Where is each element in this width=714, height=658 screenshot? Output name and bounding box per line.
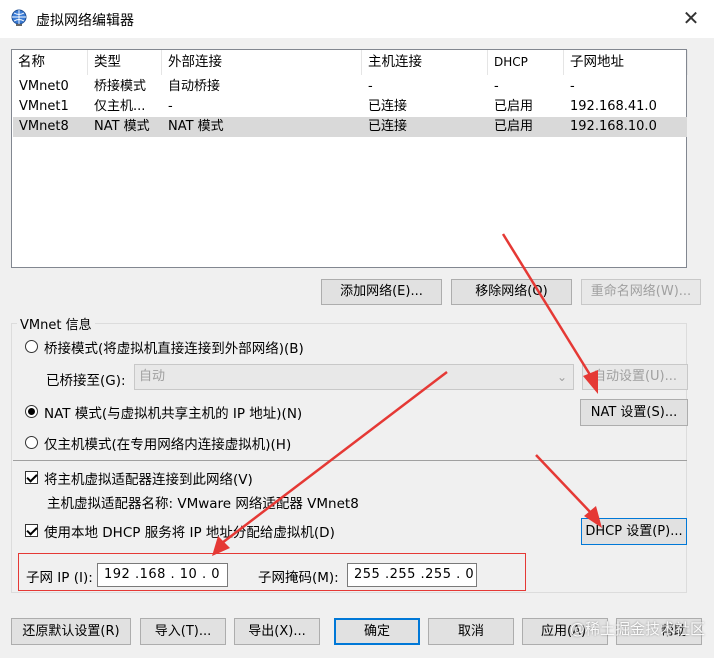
import-button[interactable]: 导入(T)...: [140, 618, 226, 645]
title-bar: 虚拟网络编辑器 ✕: [0, 0, 714, 38]
cell-type: NAT 模式: [94, 119, 150, 134]
close-icon[interactable]: ✕: [678, 3, 704, 33]
cancel-button[interactable]: 取消: [428, 618, 514, 645]
ok-button[interactable]: 确定: [334, 618, 420, 645]
watermark: @稀土掘金技术社区: [570, 620, 706, 638]
column-header-subnet[interactable]: 子网地址: [564, 50, 688, 75]
column-header-host[interactable]: 主机连接: [362, 50, 488, 75]
cell-name: VMnet1: [19, 99, 69, 114]
subnet-mask-label: 子网掩码(M):: [258, 570, 339, 586]
export-button[interactable]: 导出(X)...: [234, 618, 320, 645]
dhcp-settings-button[interactable]: DHCP 设置(P)...: [581, 518, 687, 545]
cell-subnet: 192.168.10.0: [570, 119, 657, 134]
chevron-down-icon: ⌄: [556, 370, 567, 384]
connect-adapter-checkbox[interactable]: [25, 471, 38, 484]
cell-external: 自动桥接: [168, 79, 221, 94]
nat-mode-radio[interactable]: [25, 405, 38, 418]
subnet-ip-label: 子网 IP (I):: [26, 570, 93, 586]
add-network-button[interactable]: 添加网络(E)...: [321, 279, 442, 305]
connect-adapter-label[interactable]: 将主机虚拟适配器连接到此网络(V): [44, 468, 253, 488]
table-row[interactable]: VMnet0 桥接模式 自动桥接 - - -: [13, 77, 687, 97]
host-only-mode-label[interactable]: 仅主机模式(在专用网络内连接虚拟机)(H): [44, 433, 291, 453]
bridged-to-value: 自动: [139, 369, 166, 384]
divider: [13, 460, 687, 461]
cell-dhcp: 已启用: [494, 99, 534, 114]
subnet-mask-input[interactable]: 255 .255 .255 . 0: [347, 563, 477, 587]
vmnet-info-title: VMnet 信息: [17, 314, 95, 333]
nat-mode-label[interactable]: NAT 模式(与虚拟机共享主机的 IP 地址)(N): [44, 402, 302, 422]
cell-external: -: [168, 99, 173, 114]
cell-name: VMnet8: [19, 119, 69, 134]
window-title: 虚拟网络编辑器: [36, 13, 134, 29]
cell-type: 桥接模式: [94, 79, 147, 94]
cell-name: VMnet0: [19, 79, 69, 94]
remove-network-button[interactable]: 移除网络(O): [451, 279, 572, 305]
subnet-ip-input[interactable]: 192 .168 . 10 . 0: [97, 563, 228, 587]
cell-dhcp: 已启用: [494, 119, 534, 134]
cell-host: 已连接: [368, 99, 408, 114]
nat-settings-button[interactable]: NAT 设置(S)...: [580, 399, 688, 426]
bridged-to-select[interactable]: 自动 ⌄: [134, 364, 574, 390]
restore-defaults-button[interactable]: 还原默认设置(R): [11, 618, 131, 645]
dhcp-checkbox[interactable]: [25, 524, 38, 537]
cell-external: NAT 模式: [168, 119, 224, 134]
column-header-external[interactable]: 外部连接: [162, 50, 362, 75]
rename-network-button[interactable]: 重命名网络(W)...: [581, 279, 701, 305]
network-globe-icon: [11, 9, 27, 26]
column-header-name[interactable]: 名称: [12, 50, 88, 75]
cell-host: -: [368, 79, 373, 94]
table-row-selected[interactable]: VMnet8 NAT 模式 NAT 模式 已连接 已启用 192.168.10.…: [13, 117, 687, 137]
host-only-mode-radio[interactable]: [25, 436, 38, 449]
bridged-to-label: 已桥接至(G):: [46, 373, 126, 389]
cell-dhcp: -: [494, 79, 499, 94]
dhcp-label[interactable]: 使用本地 DHCP 服务将 IP 地址分配给虚拟机(D): [44, 521, 335, 541]
auto-settings-button[interactable]: 自动设置(U)...: [582, 364, 688, 390]
bridged-mode-radio[interactable]: [25, 340, 38, 353]
adapter-name-text: 主机虚拟适配器名称: VMware 网络适配器 VMnet8: [47, 496, 359, 512]
column-header-type[interactable]: 类型: [88, 50, 162, 75]
network-table[interactable]: 名称 类型 外部连接 主机连接 DHCP 子网地址 VMnet0 桥接模式 自动…: [11, 49, 688, 268]
table-row[interactable]: VMnet1 仅主机... - 已连接 已启用 192.168.41.0: [13, 97, 687, 117]
cell-type: 仅主机...: [94, 99, 146, 114]
cell-subnet: -: [570, 79, 575, 94]
cell-host: 已连接: [368, 119, 408, 134]
bridged-mode-label[interactable]: 桥接模式(将虚拟机直接连接到外部网络)(B): [44, 337, 304, 357]
column-header-dhcp[interactable]: DHCP: [488, 50, 564, 75]
cell-subnet: 192.168.41.0: [570, 99, 657, 114]
